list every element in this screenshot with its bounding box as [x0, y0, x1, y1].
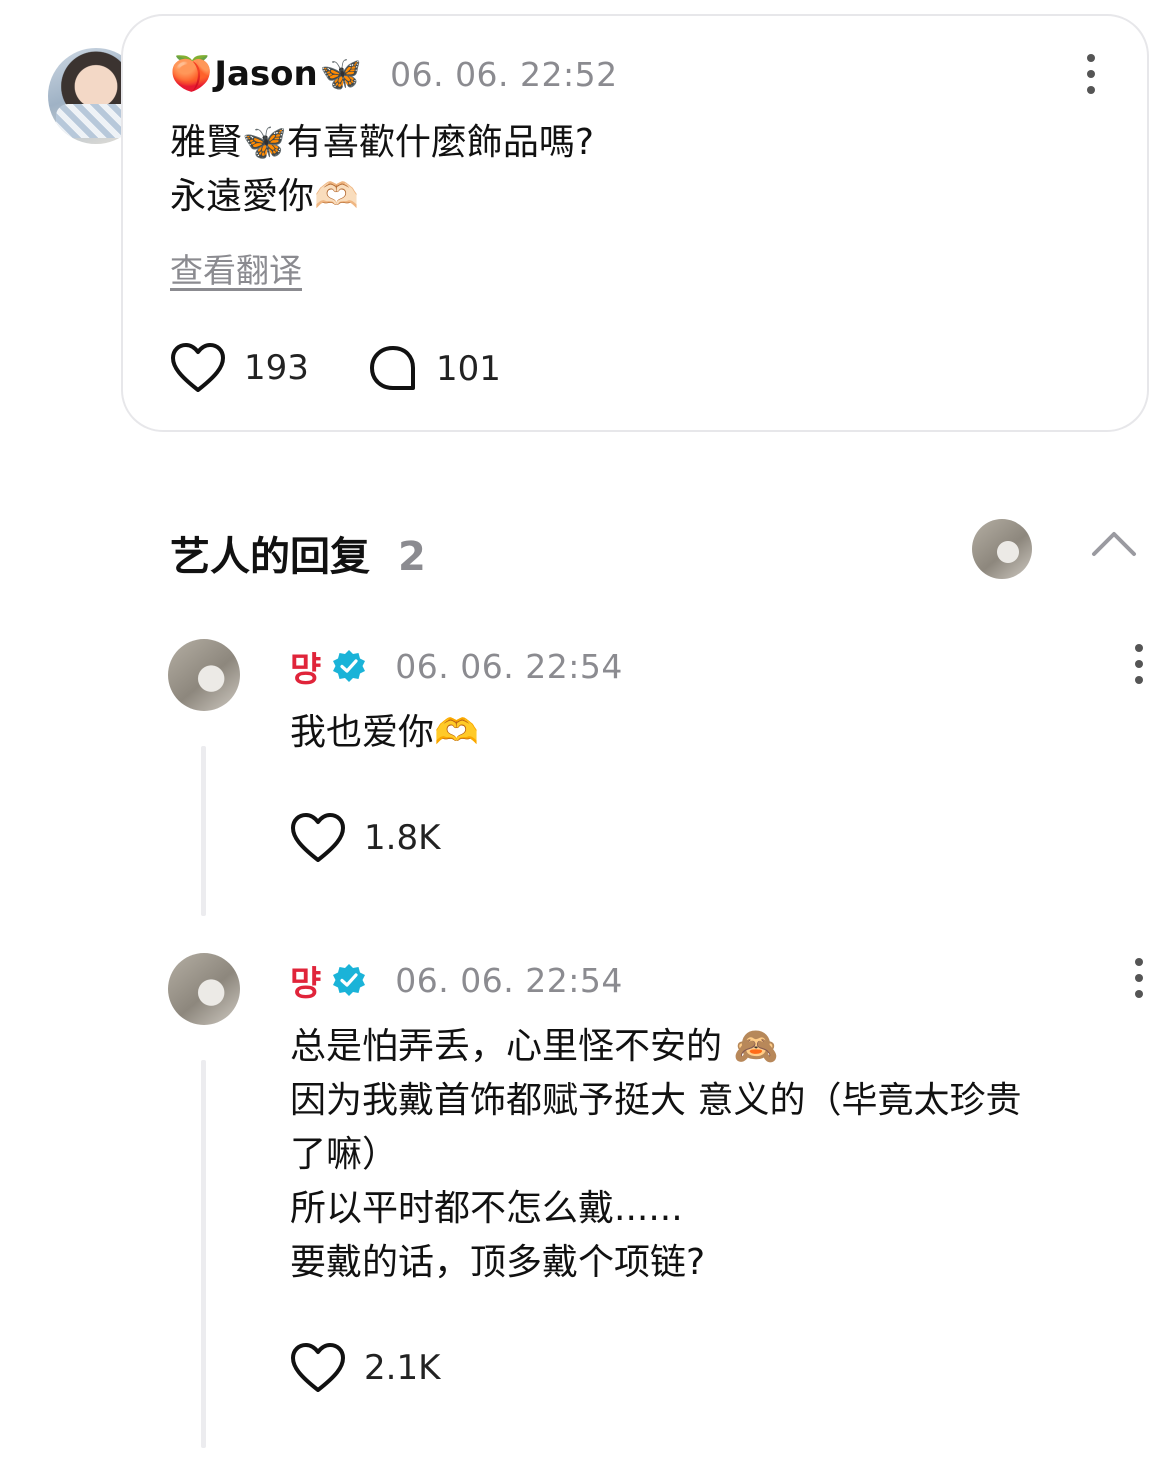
post-text-line: 雅賢🦋有喜歡什麼飾品嗎? — [170, 122, 594, 163]
reply-author-name[interactable]: 먕 — [290, 642, 321, 691]
verified-badge-icon — [331, 962, 367, 998]
translate-link[interactable]: 查看翻译 — [170, 244, 302, 292]
post-text-line: 永遠愛你🫶🏻 — [170, 176, 359, 217]
heart-outline-icon — [171, 343, 225, 392]
reply-body: 我也爱你🫶 — [290, 706, 479, 760]
reply-like-count: 2.1K — [364, 1348, 441, 1388]
reply-text-line: 总是怕弄丢，心里怪不安的 🙈 — [290, 1026, 779, 1067]
reply-like-count: 1.8K — [364, 818, 441, 858]
reply-author-avatar[interactable] — [168, 953, 240, 1025]
post-comment-button[interactable]: 101 — [368, 344, 501, 394]
verified-badge-icon — [331, 648, 367, 684]
reply-header: 먕 06. 06. 22:54 — [290, 642, 623, 690]
post-body: 雅賢🦋有喜歡什麼飾品嗎? 永遠愛你🫶🏻 — [170, 116, 594, 224]
heart-outline-icon — [291, 813, 345, 862]
reply-more-icon[interactable] — [1134, 958, 1144, 998]
post-like-button[interactable]: 193 — [170, 342, 309, 394]
reply-more-icon[interactable] — [1134, 644, 1144, 684]
artist-replies-heading: 艺人的回复 2 — [170, 524, 426, 582]
thread-line — [201, 746, 206, 916]
butterfly-emoji: 🦋 — [319, 54, 363, 94]
peach-emoji: 🍑 — [170, 54, 213, 94]
post-like-count: 193 — [244, 348, 309, 388]
speech-bubble-icon — [370, 346, 415, 390]
post-comment-count: 101 — [436, 349, 501, 389]
post-more-icon[interactable] — [1086, 54, 1096, 94]
thread-line — [201, 1060, 206, 1448]
page: 🍑 Jason 🦋 06. 06. 22:52 雅賢🦋有喜歡什麼飾品嗎? 永遠愛… — [0, 0, 1175, 1467]
reply-text-line: 要戴的话，顶多戴个项链? — [290, 1242, 706, 1283]
artist-replies-title: 艺人的回复 — [170, 534, 370, 580]
reply-text-line: 所以平时都不怎么戴...... — [290, 1188, 683, 1229]
reply-timestamp: 06. 06. 22:54 — [395, 646, 623, 686]
reply-body: 总是怕弄丢，心里怪不安的 🙈 因为我戴首饰都赋予挺大 意义的（毕竟太珍贵 了嘛）… — [290, 1020, 1021, 1290]
post-header: 🍑 Jason 🦋 06. 06. 22:52 — [170, 50, 618, 98]
heart-outline-icon — [291, 1343, 345, 1392]
reply-timestamp: 06. 06. 22:54 — [395, 960, 623, 1000]
artist-replies-count: 2 — [397, 534, 426, 580]
reply-author-avatar[interactable] — [168, 639, 240, 711]
chevron-up-icon[interactable] — [1090, 528, 1138, 562]
reply-text-line: 我也爱你🫶 — [290, 712, 479, 753]
post-author-name[interactable]: Jason — [214, 54, 317, 94]
reply-text-line: 因为我戴首饰都赋予挺大 意义的（毕竟太珍贵 — [290, 1080, 1022, 1121]
artist-replies-avatar — [972, 519, 1032, 579]
reply-text-line: 了嘛） — [290, 1134, 399, 1175]
reply-like-button[interactable]: 1.8K — [290, 812, 440, 864]
reply-like-button[interactable]: 2.1K — [290, 1342, 440, 1394]
reply-author-name[interactable]: 먕 — [290, 956, 321, 1005]
reply-header: 먕 06. 06. 22:54 — [290, 956, 623, 1004]
post-timestamp: 06. 06. 22:52 — [390, 54, 618, 94]
